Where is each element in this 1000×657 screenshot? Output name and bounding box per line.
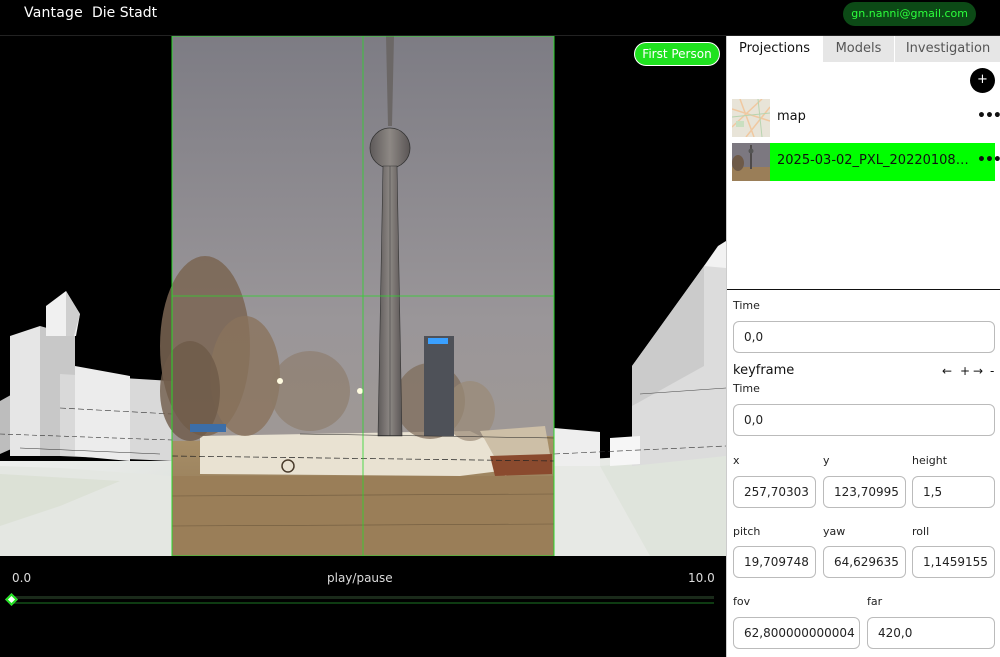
height-label: height — [912, 454, 948, 467]
time-input[interactable]: 0,0 — [733, 321, 995, 353]
projection-name: map — [777, 109, 806, 124]
panel-divider — [727, 289, 1000, 290]
timeline-keyframe-track[interactable] — [12, 602, 714, 604]
panel-tabs: Projections Models Investigation — [727, 36, 1000, 62]
y-input[interactable]: 123,70995 — [823, 476, 906, 508]
timeline-end: 10.0 — [688, 571, 715, 585]
app-title[interactable]: Vantage — [24, 5, 83, 21]
far-input[interactable]: 420,0 — [867, 617, 995, 649]
projection-name: 2025-03-02_PXL_20220108_... — [777, 153, 969, 168]
timeline-start: 0.0 — [12, 571, 32, 585]
projection-item[interactable]: map ••• — [732, 99, 1000, 137]
tab-investigation[interactable]: Investigation — [895, 36, 1000, 62]
first-person-button[interactable]: First Person — [634, 42, 720, 66]
roll-input[interactable]: 1,1459155 — [912, 546, 995, 578]
pitch-input[interactable]: 19,709748 — [733, 546, 816, 578]
time-label: Time — [733, 299, 760, 312]
tab-models[interactable]: Models — [823, 36, 895, 62]
scene-render[interactable] — [0, 36, 726, 556]
y-label: y — [823, 454, 830, 467]
height-input[interactable]: 1,5 — [912, 476, 995, 508]
x-input[interactable]: 257,70303 — [733, 476, 816, 508]
prev-keyframe-button[interactable]: ← — [942, 364, 952, 378]
remove-keyframe-button[interactable]: - — [990, 364, 994, 378]
far-label: far — [867, 595, 883, 608]
tab-projections[interactable]: Projections — [727, 36, 823, 62]
keyframe-title: keyframe — [733, 363, 795, 378]
x-label: x — [733, 454, 740, 467]
add-projection-button[interactable]: + — [970, 68, 995, 93]
account-badge[interactable]: gn.nanni@gmail.com — [843, 2, 976, 26]
next-keyframe-button[interactable]: → — [973, 364, 983, 378]
timeline: 0.0 play/pause 10.0 — [0, 556, 726, 657]
yaw-input[interactable]: 64,629635 — [823, 546, 906, 578]
play-pause-button[interactable]: play/pause — [327, 571, 393, 585]
side-panel: Projections Models Investigation + map •… — [726, 36, 1000, 657]
fov-label: fov — [733, 595, 751, 608]
more-options-icon[interactable]: ••• — [977, 152, 1000, 168]
more-options-icon[interactable]: ••• — [977, 108, 1000, 124]
pitch-label: pitch — [733, 525, 761, 538]
scene-viewport[interactable]: First Person — [0, 36, 726, 556]
map-thumbnail — [732, 99, 770, 137]
yaw-label: yaw — [823, 525, 846, 538]
roll-label: roll — [912, 525, 930, 538]
model-right — [553, 241, 726, 556]
photo-thumbnail — [732, 143, 770, 181]
top-bar: Vantage Die Stadt gn.nanni@gmail.com — [0, 0, 1000, 36]
projection-item-selected[interactable]: 2025-03-02_PXL_20220108_... ••• — [732, 143, 1000, 181]
model-left — [0, 291, 173, 556]
fov-input[interactable]: 62,800000000004 — [733, 617, 860, 649]
keyframe-time-input[interactable]: 0,0 — [733, 404, 995, 436]
add-keyframe-button[interactable]: + — [960, 364, 970, 378]
keyframe-time-label: Time — [733, 382, 760, 395]
project-title[interactable]: Die Stadt — [92, 5, 157, 21]
timeline-track[interactable] — [12, 596, 714, 599]
